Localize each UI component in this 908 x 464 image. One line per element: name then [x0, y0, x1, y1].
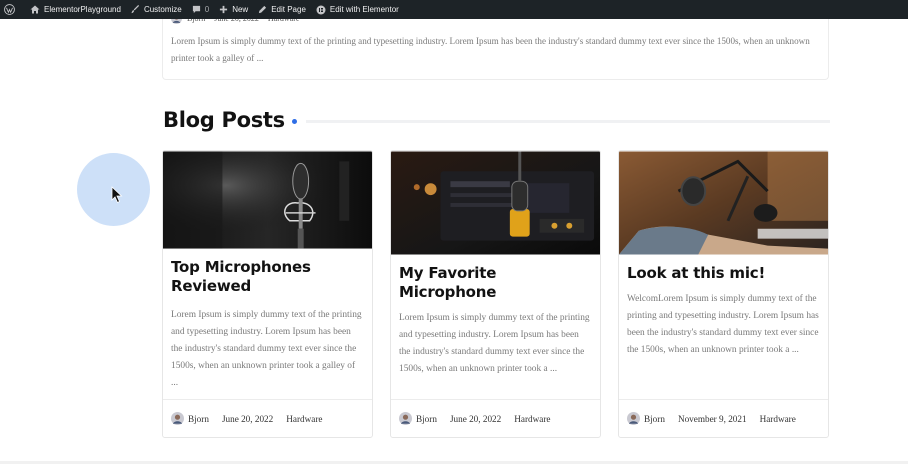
top-post-card: Bjorn June 20, 2022 Hardware Lorem Ipsum…	[162, 10, 829, 80]
post-thumbnail-podcast-mic[interactable]	[619, 151, 828, 255]
author-avatar	[399, 412, 412, 425]
comments-link[interactable]: 0	[187, 0, 214, 19]
customize-link[interactable]: Customize	[126, 0, 187, 19]
post-card[interactable]: Top Microphones Reviewed Lorem Ipsum is …	[162, 150, 373, 438]
post-thumbnail-microphone[interactable]	[163, 151, 372, 249]
plus-icon	[220, 5, 228, 14]
section-title: Blog Posts	[163, 108, 285, 132]
post-date: November 9, 2021	[677, 413, 747, 424]
edit-page-link[interactable]: Edit Page	[253, 0, 311, 19]
post-author[interactable]: Bjorn	[416, 414, 437, 424]
new-content-link[interactable]: New	[214, 0, 253, 19]
post-date: June 20, 2022	[221, 413, 274, 424]
post-excerpt: WelcomLorem Ipsum is simply dummy text o…	[627, 294, 819, 355]
post-card[interactable]: Look at this mic! WelcomLorem Ipsum is s…	[618, 150, 829, 438]
edit-with-elementor-link[interactable]: Edit with Elementor	[311, 0, 404, 19]
customize-label: Customize	[143, 5, 182, 14]
post-meta: Bjorn November 9, 2021 Hardware	[619, 399, 828, 437]
author-avatar	[171, 412, 184, 425]
post-title[interactable]: Look at this mic!	[619, 264, 828, 283]
post-category[interactable]: Hardware	[286, 414, 322, 424]
edit-page-label: Edit Page	[271, 5, 306, 14]
edit-with-elementor-label: Edit with Elementor	[329, 5, 399, 14]
pencil-icon	[259, 5, 267, 14]
new-label: New	[232, 5, 249, 14]
title-divider	[306, 120, 830, 123]
mouse-cursor-icon	[111, 186, 123, 204]
post-excerpt: Lorem Ipsum is simply dummy text of the …	[399, 313, 590, 374]
comments-count: 0	[204, 5, 210, 14]
post-title[interactable]: My Favorite Microphone	[391, 264, 600, 302]
post-category[interactable]: Hardware	[514, 414, 550, 424]
title-accent-dot	[292, 119, 297, 124]
post-meta: Bjorn June 20, 2022 Hardware	[391, 399, 600, 437]
brush-icon	[131, 5, 140, 14]
post-title[interactable]: Top Microphones Reviewed	[163, 258, 372, 296]
post-card[interactable]: My Favorite Microphone Lorem Ipsum is si…	[390, 150, 601, 438]
post-author[interactable]: Bjorn	[644, 414, 665, 424]
admin-bar: ElementorPlayground Customize 0 New Edit…	[0, 0, 908, 19]
comment-icon	[192, 5, 200, 14]
home-icon	[30, 5, 40, 14]
wordpress-logo-icon[interactable]	[0, 0, 25, 19]
post-date: June 20, 2022	[449, 413, 502, 424]
post-author[interactable]: Bjorn	[188, 414, 209, 424]
site-name-label: ElementorPlayground	[44, 5, 121, 14]
post-category[interactable]: Hardware	[760, 414, 796, 424]
site-name-link[interactable]: ElementorPlayground	[25, 0, 126, 19]
post-meta: Bjorn June 20, 2022 Hardware	[163, 399, 372, 437]
post-excerpt: Lorem Ipsum is simply dummy text of the …	[171, 310, 362, 388]
elementor-icon	[316, 5, 326, 14]
top-post-excerpt: Lorem Ipsum is simply dummy text of the …	[171, 36, 810, 63]
post-thumbnail-microphone-studio[interactable]	[391, 151, 600, 255]
author-avatar	[627, 412, 640, 425]
